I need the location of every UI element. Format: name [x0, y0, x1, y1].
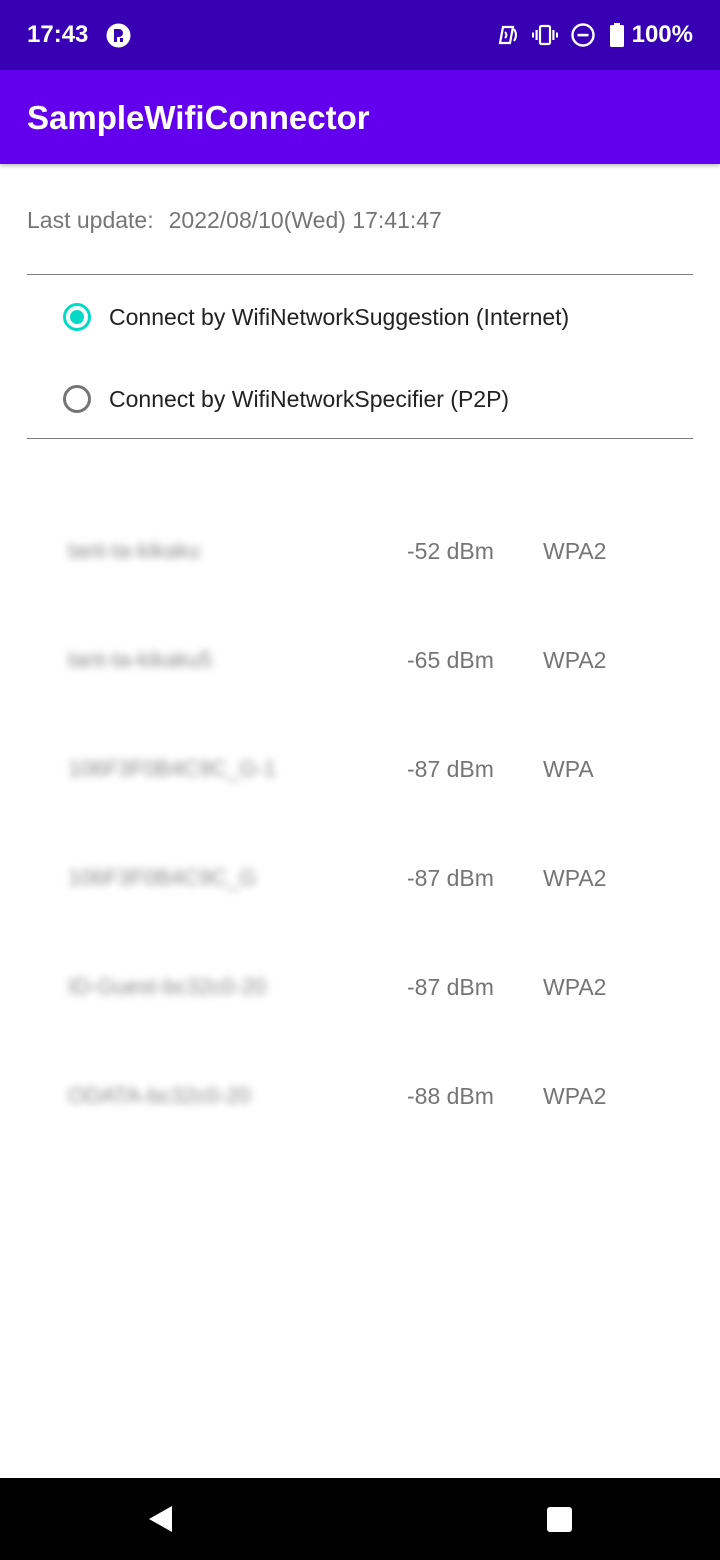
network-security: WPA [543, 756, 594, 782]
divider-bottom [27, 438, 693, 439]
network-ssid: tant-ta-kikaku5 [68, 647, 213, 672]
network-ssid: 106F3F0B4C9C_G [68, 865, 257, 890]
network-ssid: 106F3F0B4C9C_G-1 [68, 756, 276, 781]
status-time: 17:43 [27, 21, 89, 48]
last-update-value: 2022/08/10(Wed) 17:41:47 [168, 207, 442, 233]
network-row[interactable]: ID-Guest-bc32c0-20 -87 dBm WPA2 [0, 932, 720, 1041]
radio-wifi-specifier[interactable]: Connect by WifiNetworkSpecifier (P2P) [63, 379, 509, 419]
radio-unchecked-icon[interactable] [63, 385, 91, 413]
last-update: Last update: 2022/08/10(Wed) 17:41:47 [27, 205, 442, 235]
network-security: WPA2 [543, 647, 607, 673]
network-list: tant-ta-kikaku -52 dBm WPA2 tant-ta-kika… [0, 496, 720, 1150]
network-row[interactable]: ODATA-bc32c0-20 -88 dBm WPA2 [0, 1041, 720, 1150]
network-security: WPA2 [543, 1083, 607, 1109]
back-icon[interactable] [146, 1504, 174, 1534]
last-update-label: Last update: [27, 207, 154, 233]
network-signal: -52 dBm [407, 538, 494, 564]
app-bar: SampleWifiConnector [0, 70, 720, 164]
app-title: SampleWifiConnector [27, 99, 370, 136]
network-ssid: ODATA-bc32c0-20 [68, 1083, 251, 1108]
status-icons: 100% [482, 20, 693, 50]
network-ssid: tant-ta-kikaku [68, 538, 201, 563]
do-not-disturb-icon [570, 22, 596, 48]
divider-top [27, 274, 693, 275]
network-row[interactable]: tant-ta-kikaku5 -65 dBm WPA2 [0, 605, 720, 714]
navigation-bar [0, 1478, 720, 1560]
network-ssid: ID-Guest-bc32c0-20 [68, 974, 267, 999]
recent-apps-icon[interactable] [546, 1506, 573, 1533]
radio-checked-icon[interactable] [63, 303, 91, 331]
network-row[interactable]: 106F3F0B4C9C_G-1 -87 dBm WPA [0, 714, 720, 823]
app-notification-icon [106, 23, 131, 48]
network-signal: -87 dBm [407, 974, 494, 1000]
radio-wifi-suggestion[interactable]: Connect by WifiNetworkSuggestion (Intern… [63, 297, 569, 337]
network-row[interactable]: tant-ta-kikaku -52 dBm WPA2 [0, 496, 720, 605]
network-signal: -65 dBm [407, 647, 494, 673]
network-security: WPA2 [543, 538, 607, 564]
battery-icon [608, 22, 626, 48]
network-security: WPA2 [543, 865, 607, 891]
status-bar: 17:43 100% [0, 0, 720, 70]
network-signal: -87 dBm [407, 756, 494, 782]
radio-label-specifier: Connect by WifiNetworkSpecifier (P2P) [109, 385, 510, 412]
nfc-icon [494, 22, 520, 48]
radio-label-suggestion: Connect by WifiNetworkSuggestion (Intern… [109, 303, 570, 330]
network-signal: -87 dBm [407, 865, 494, 891]
battery-percentage: 100% [631, 21, 693, 48]
network-row[interactable]: 106F3F0B4C9C_G -87 dBm WPA2 [0, 823, 720, 932]
network-signal: -88 dBm [407, 1083, 494, 1109]
vibrate-icon [531, 22, 558, 48]
network-security: WPA2 [543, 974, 607, 1000]
